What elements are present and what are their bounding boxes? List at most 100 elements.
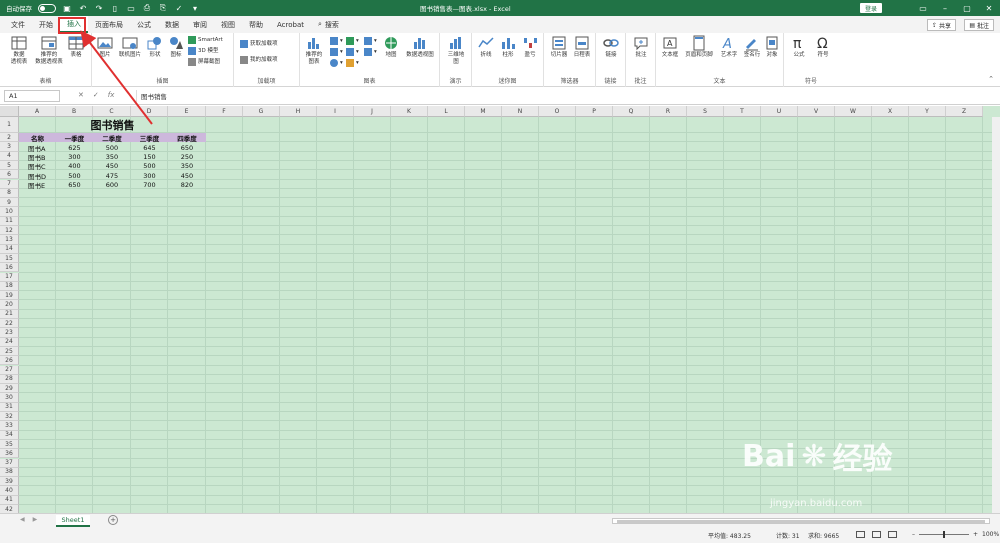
hierarchy-chart-button[interactable]: ▾: [346, 37, 359, 45]
zoom-level[interactable]: 100%: [982, 531, 999, 538]
row-header[interactable]: 14: [0, 244, 19, 254]
row-header[interactable]: 13: [0, 235, 19, 245]
row-header[interactable]: 33: [0, 421, 19, 431]
row-header[interactable]: 36: [0, 449, 19, 459]
book-name-cell[interactable]: 图书E: [19, 180, 56, 190]
icons-button[interactable]: 图标: [166, 35, 186, 59]
next-sheet-icon[interactable]: ▶: [33, 516, 38, 523]
row-header[interactable]: 1: [0, 117, 19, 133]
header-cell-q3[interactable]: 三季度: [131, 133, 168, 143]
row-header[interactable]: 24: [0, 337, 19, 347]
row-header[interactable]: 7: [0, 179, 19, 189]
column-header[interactable]: T: [724, 106, 761, 117]
sparkline-column-button[interactable]: 柱形: [498, 35, 518, 59]
pie-chart-button[interactable]: ▾: [330, 59, 343, 67]
row-header[interactable]: 21: [0, 309, 19, 319]
column-header[interactable]: O: [539, 106, 576, 117]
name-box[interactable]: A1: [4, 90, 60, 102]
tab-data[interactable]: 数据: [158, 16, 186, 33]
sheet-tab[interactable]: Sheet1: [56, 515, 90, 527]
column-header[interactable]: F: [206, 106, 243, 117]
tab-home[interactable]: 开始: [32, 16, 60, 33]
column-header[interactable]: C: [93, 106, 131, 117]
picture-button[interactable]: 图片: [94, 35, 116, 59]
header-cell-q4[interactable]: 四季度: [168, 133, 206, 143]
column-header[interactable]: P: [576, 106, 613, 117]
tab-acrobat[interactable]: Acrobat: [270, 16, 311, 33]
column-header[interactable]: E: [168, 106, 206, 117]
column-header[interactable]: U: [761, 106, 798, 117]
column-header[interactable]: W: [835, 106, 872, 117]
screenshot-button[interactable]: 屏幕截图: [188, 58, 220, 66]
page-layout-view-icon[interactable]: [872, 531, 881, 540]
symbol-button[interactable]: Ω 符号: [812, 35, 834, 59]
bar-chart-button[interactable]: ▾: [330, 48, 343, 56]
column-header[interactable]: M: [465, 106, 502, 117]
column-header[interactable]: S: [687, 106, 724, 117]
sales-value-cell[interactable]: 600: [93, 180, 131, 190]
tab-file[interactable]: 文件: [4, 16, 32, 33]
row-header[interactable]: 35: [0, 439, 19, 450]
row-header[interactable]: 38: [0, 467, 19, 478]
pivot-chart-button[interactable]: 数据透视图: [402, 35, 438, 59]
add-sheet-icon[interactable]: +: [108, 515, 118, 525]
tab-review[interactable]: 审阅: [186, 16, 214, 33]
autosave-toggle[interactable]: [38, 3, 56, 13]
column-header[interactable]: J: [354, 106, 391, 117]
equation-button[interactable]: π 公式: [788, 35, 810, 59]
object-button[interactable]: 对象: [762, 35, 782, 59]
row-header[interactable]: 31: [0, 402, 19, 412]
close-icon[interactable]: ✕: [978, 0, 1000, 16]
column-header[interactable]: D: [131, 106, 168, 117]
row-header[interactable]: 6: [0, 170, 19, 180]
column-header[interactable]: G: [243, 106, 280, 117]
row-header[interactable]: 27: [0, 365, 19, 375]
zoom-out-icon[interactable]: –: [912, 531, 915, 538]
prev-sheet-icon[interactable]: ◀: [20, 516, 25, 523]
column-header[interactable]: X: [872, 106, 909, 117]
normal-view-icon[interactable]: [856, 531, 865, 540]
share-button[interactable]: ⇪ 共享: [927, 19, 956, 31]
row-header[interactable]: 9: [0, 198, 19, 208]
enter-icon[interactable]: ✓: [93, 91, 99, 99]
cancel-icon[interactable]: ✕: [78, 91, 84, 99]
column-header[interactable]: I: [317, 106, 354, 117]
signature-line-button[interactable]: 签名行: [741, 35, 763, 59]
row-header[interactable]: 19: [0, 291, 19, 301]
waterfall-chart-button[interactable]: ▾: [364, 37, 377, 45]
horizontal-scrollbar[interactable]: [612, 518, 990, 524]
open-file-icon[interactable]: ▭: [126, 3, 136, 13]
sheet-title-cell[interactable]: 图书销售: [19, 117, 206, 133]
customize-qat-icon[interactable]: ▾: [190, 3, 200, 13]
row-header[interactable]: 32: [0, 412, 19, 422]
row-header[interactable]: 17: [0, 272, 19, 282]
spelling-icon[interactable]: ✓: [174, 3, 184, 13]
column-header[interactable]: R: [650, 106, 687, 117]
row-header[interactable]: 25: [0, 346, 19, 357]
tab-page-layout[interactable]: 页面布局: [88, 16, 130, 33]
header-cell-q2[interactable]: 二季度: [93, 133, 131, 143]
zoom-in-icon[interactable]: +: [973, 531, 978, 538]
row-header[interactable]: 15: [0, 253, 19, 264]
wordart-button[interactable]: A 艺术字: [717, 35, 741, 59]
row-header[interactable]: 37: [0, 458, 19, 468]
select-all-corner[interactable]: [0, 106, 19, 117]
column-header[interactable]: Y: [909, 106, 946, 117]
header-cell-q1[interactable]: 一季度: [56, 133, 93, 143]
statistic-chart-button[interactable]: ▾: [346, 48, 359, 56]
sparkline-line-button[interactable]: 折线: [476, 35, 496, 59]
row-header[interactable]: 28: [0, 374, 19, 385]
row-header[interactable]: 5: [0, 160, 19, 171]
my-addins-button[interactable]: 我的加载项: [240, 56, 278, 64]
pivot-table-button[interactable]: 数据 透视表: [6, 35, 32, 66]
vertical-scrollbar[interactable]: [992, 117, 1000, 513]
row-header[interactable]: 29: [0, 384, 19, 394]
slicer-button[interactable]: 切片器: [548, 35, 570, 59]
tab-help[interactable]: 帮助: [242, 16, 270, 33]
page-break-view-icon[interactable]: [888, 531, 897, 540]
column-header[interactable]: B: [56, 106, 93, 117]
row-header[interactable]: 20: [0, 300, 19, 310]
3d-model-button[interactable]: 3D 模型: [188, 47, 218, 55]
column-header[interactable]: Z: [946, 106, 983, 117]
ribbon-display-icon[interactable]: ▭: [912, 0, 934, 16]
